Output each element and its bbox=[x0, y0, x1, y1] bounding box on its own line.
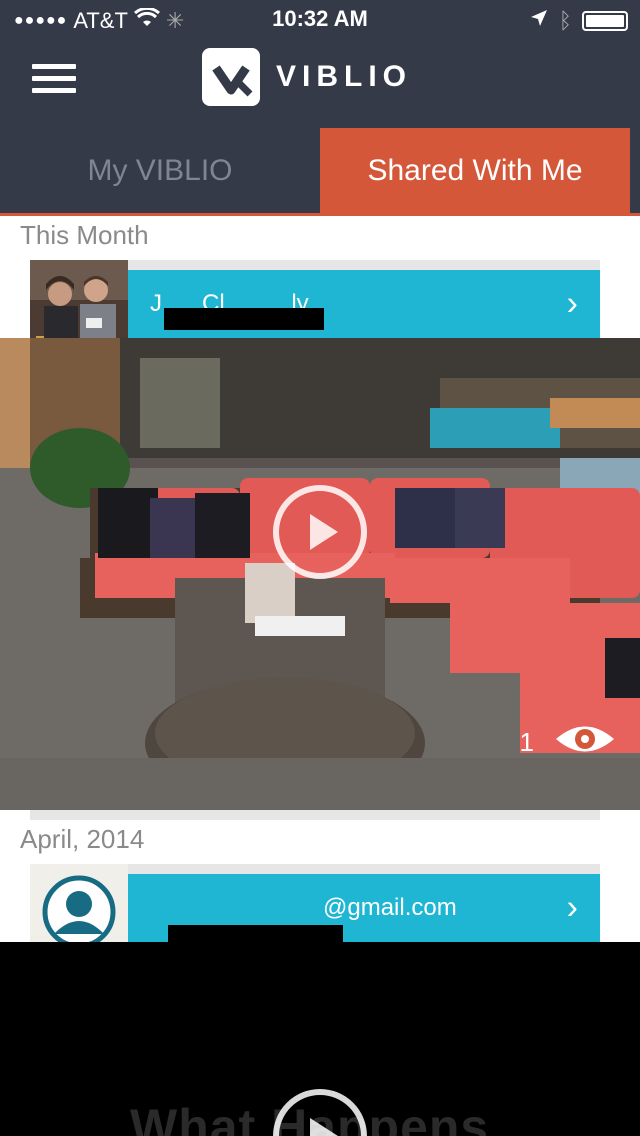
tab-shared-with-me[interactable]: Shared With Me bbox=[320, 128, 630, 214]
hamburger-menu-icon[interactable] bbox=[32, 64, 76, 100]
sharer-name-bar[interactable]: @gmail.com › bbox=[128, 874, 600, 947]
play-icon[interactable] bbox=[272, 484, 368, 580]
viblio-logo: VIBLIO bbox=[202, 48, 412, 106]
section-header-april-2014: April, 2014 bbox=[20, 824, 145, 854]
chevron-right-icon: › bbox=[566, 284, 578, 323]
tab-bar: My VIBLIO Shared With Me bbox=[0, 128, 640, 214]
battery-icon bbox=[582, 11, 628, 31]
redaction-box bbox=[164, 308, 324, 330]
top-bar: ●●●●● AT&T ✳ 10:32 AM ᛒ VIBLIO bbox=[0, 0, 640, 128]
status-bar: ●●●●● AT&T ✳ 10:32 AM ᛒ bbox=[0, 0, 640, 40]
play-icon[interactable] bbox=[272, 1088, 368, 1136]
sharer-name: @gmail.com bbox=[323, 894, 457, 921]
tab-my-viblio[interactable]: My VIBLIO bbox=[0, 128, 320, 214]
view-count-value: 1 bbox=[519, 727, 534, 757]
section-header-this-month: This Month bbox=[20, 220, 149, 250]
eye-icon bbox=[554, 722, 616, 763]
video-thumbnail[interactable]: What Happens bbox=[0, 942, 640, 1136]
video-bottom-divider bbox=[30, 810, 600, 820]
bluetooth-icon: ᛒ bbox=[558, 8, 572, 33]
chevron-right-icon: › bbox=[566, 888, 578, 927]
tab-underline bbox=[0, 213, 640, 216]
viblio-logo-icon bbox=[202, 48, 260, 106]
status-right: ᛒ bbox=[529, 8, 628, 34]
location-arrow-icon bbox=[529, 8, 549, 34]
sharer-name-bar[interactable]: J Cl ly › bbox=[128, 270, 600, 338]
view-count: 1 bbox=[520, 722, 616, 763]
brand-name: VIBLIO bbox=[276, 60, 413, 93]
